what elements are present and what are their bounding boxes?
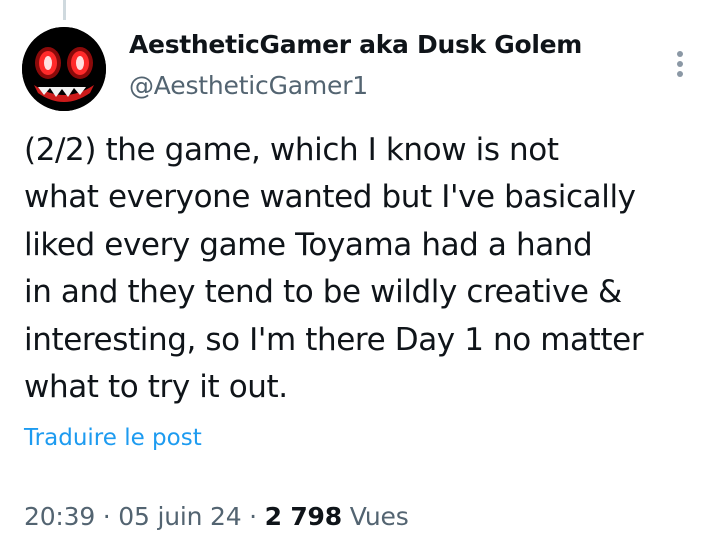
more-dot [677,71,683,77]
tweet-text-line: (2/2) the game, which I know is not [24,132,559,168]
views-label: Vues [349,502,409,531]
tweet-text-line: what to try it out. [24,369,288,406]
demon-face-avatar-icon [22,27,106,111]
avatar[interactable] [22,27,106,111]
author-handle[interactable]: @AestheticGamer1 [129,71,368,100]
tweet-text-line: liked every game Toyama had a hand [24,226,593,263]
more-dots-icon [677,51,683,57]
tweet-text: (2/2) the game, which I know is not what… [24,127,704,411]
views-count: 2 798 [264,502,342,531]
author-display-name[interactable]: AestheticGamer aka Dusk Golem [129,30,582,59]
tweet-text-line: in and they tend to be wildly creative & [24,274,622,311]
tweet-text-line: what everyone wanted but I've basically [24,179,636,216]
thread-connector-line [63,0,66,20]
separator-dot: · [102,502,111,531]
post-time[interactable]: 20:39 [24,502,95,531]
more-dot [677,61,683,67]
more-options-button[interactable] [664,44,696,84]
tweet-text-line: interesting, so I'm there Day 1 no matte… [24,321,644,358]
tweet-metadata: 20:39 · 05 juin 24 · 2 798 Vues [24,502,409,531]
separator-dot: · [249,502,257,531]
translate-post-link[interactable]: Traduire le post [24,425,202,451]
post-date[interactable]: 05 juin 24 [118,502,241,531]
